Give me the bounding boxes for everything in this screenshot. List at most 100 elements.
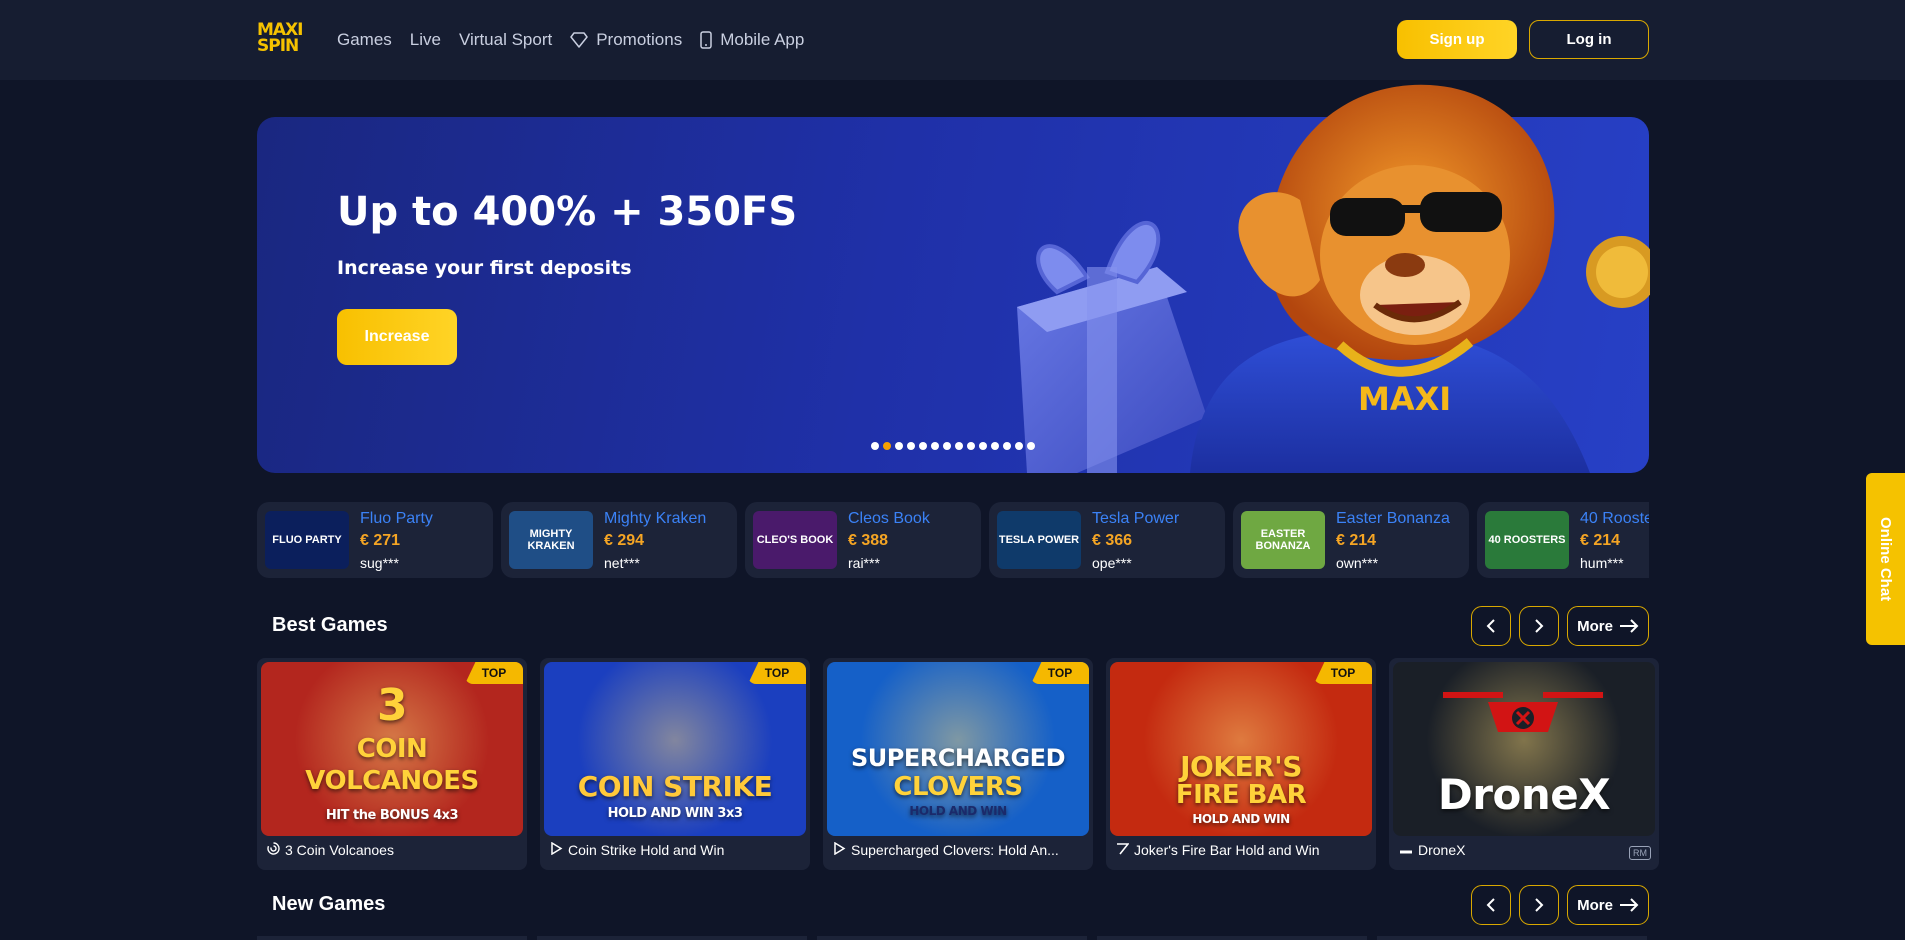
winner-username: net***	[604, 555, 640, 571]
game-art-text: JOKER'S	[1180, 750, 1302, 783]
nav-promotions-label: Promotions	[596, 30, 683, 49]
recent-winners-strip: FLUO PARTY Fluo Party € 271 sug*** MIGHTY KR…	[257, 502, 1649, 578]
login-button[interactable]: Log in	[1529, 20, 1649, 59]
banner-dot[interactable]	[991, 442, 999, 450]
game-art-text: HOLD AND WIN	[909, 804, 1007, 818]
winner-card[interactable]: TESLA POWER Tesla Power € 366 ope***	[989, 502, 1225, 578]
winner-game-name[interactable]: Tesla Power	[1092, 510, 1179, 528]
game-title[interactable]: DroneX	[1399, 842, 1649, 858]
new-games-next-button[interactable]	[1519, 885, 1559, 925]
winner-thumb-text: FLUO PARTY	[272, 534, 342, 546]
new-game-card[interactable]	[1097, 936, 1367, 940]
online-chat-tab[interactable]: Online Chat	[1866, 473, 1905, 645]
new-games-prev-button[interactable]	[1471, 885, 1511, 925]
winner-game-name[interactable]: 40 Roosters	[1580, 510, 1649, 528]
maxispin-logo[interactable]: MAXI SPIN	[257, 22, 307, 58]
arrow-right-icon	[1619, 619, 1639, 633]
new-game-card[interactable]	[537, 936, 807, 940]
game-card[interactable]: COIN STRIKE HOLD AND WIN 3x3 TOP Coin Strik…	[540, 658, 810, 870]
new-games-more-label: More	[1577, 896, 1613, 914]
best-games-prev-button[interactable]	[1471, 606, 1511, 646]
game-name: Supercharged Clovers: Hold An...	[851, 842, 1059, 858]
game-title[interactable]: 3 Coin Volcanoes	[267, 842, 517, 858]
winner-thumb-text: TESLA POWER	[998, 534, 1080, 546]
best-games-more-button[interactable]: More	[1567, 606, 1649, 646]
new-game-card[interactable]	[257, 936, 527, 940]
game-card[interactable]: SUPERCHARGED CLOVERS HOLD AND WIN TOP Superc…	[823, 658, 1093, 870]
game-art-text: VOLCANOES	[305, 766, 479, 796]
seven-icon	[1116, 842, 1130, 858]
winner-amount: € 214	[1580, 532, 1621, 549]
new-game-card[interactable]	[817, 936, 1087, 940]
nav-mobile-app[interactable]: Mobile App	[700, 28, 804, 52]
banner-dot[interactable]	[895, 442, 903, 450]
banner-dot[interactable]	[967, 442, 975, 450]
game-art-text: HOLD AND WIN	[1192, 812, 1290, 826]
winner-thumb-text: EASTER BONANZA	[1255, 528, 1311, 552]
winner-username: sug***	[360, 555, 399, 571]
winner-amount: € 366	[1092, 532, 1133, 549]
banner-dot[interactable]	[907, 442, 915, 450]
game-name: Coin Strike Hold and Win	[568, 842, 725, 858]
banner-dot[interactable]	[1015, 442, 1023, 450]
nav-virtual-sport[interactable]: Virtual Sport	[459, 28, 552, 52]
banner-dot[interactable]	[1027, 442, 1035, 450]
winner-card[interactable]: MIGHTY KRAKEN Mighty Kraken € 294 net***	[501, 502, 737, 578]
best-games-next-button[interactable]	[1519, 606, 1559, 646]
winner-game-name[interactable]: Fluo Party	[360, 510, 433, 528]
signup-button[interactable]: Sign up	[1397, 20, 1517, 59]
winner-game-name[interactable]: Cleos Book	[848, 510, 930, 528]
game-card[interactable]: DroneX DroneX RM	[1389, 658, 1659, 870]
banner-title: Up to 400% + 350FS	[337, 189, 798, 235]
nav-games[interactable]: Games	[337, 28, 392, 52]
banner-dot[interactable]	[931, 442, 939, 450]
winner-username: rai***	[848, 555, 880, 571]
winner-thumb-text: MIGHTY KRAKEN	[527, 528, 575, 552]
top-header: MAXI SPIN Games Live Virtual Sport Promo…	[0, 0, 1905, 80]
game-art-text: DroneX	[1437, 770, 1611, 819]
chevron-right-icon	[1535, 619, 1544, 633]
banner-dot[interactable]	[919, 442, 927, 450]
online-chat-label: Online Chat	[1877, 516, 1894, 602]
winner-card[interactable]: CLEO'S BOOK Cleos Book € 388 rai***	[745, 502, 981, 578]
new-games-more-button[interactable]: More	[1567, 885, 1649, 925]
nav-virtual-sport-label: Virtual Sport	[458, 30, 553, 49]
winner-username: own***	[1336, 555, 1379, 571]
best-games-more-label: More	[1577, 617, 1613, 635]
banner-dot[interactable]	[1003, 442, 1011, 450]
winner-card[interactable]: EASTER BONANZA Easter Bonanza € 214 own***	[1233, 502, 1469, 578]
game-thumbnail[interactable]: DroneX	[1393, 662, 1655, 836]
game-card[interactable]: JOKER'S FIRE BAR HOLD AND WIN TOP Joker's Fi…	[1106, 658, 1376, 870]
swirl-icon	[267, 842, 280, 858]
winner-game-name[interactable]: Mighty Kraken	[604, 510, 706, 528]
banner-dot[interactable]	[955, 442, 963, 450]
banner-dot[interactable]	[871, 442, 879, 450]
chevron-right-icon	[1535, 898, 1544, 912]
top-badge: TOP	[465, 662, 523, 684]
game-title[interactable]: Coin Strike Hold and Win	[550, 842, 800, 858]
play-icon	[833, 842, 846, 858]
game-card[interactable]: 3 COIN VOLCANOES HIT the BONUS 4x3 TOP 3 Coin…	[257, 658, 527, 870]
game-thumbnail[interactable]: JOKER'S FIRE BAR HOLD AND WIN TOP	[1110, 662, 1372, 836]
winner-card[interactable]: 40 ROOSTERS 40 Roosters € 214 hum***	[1477, 502, 1649, 578]
banner-dot[interactable]	[883, 442, 891, 450]
chevron-left-icon	[1486, 619, 1495, 633]
game-thumbnail[interactable]: SUPERCHARGED CLOVERS HOLD AND WIN TOP	[827, 662, 1089, 836]
winner-username: ope***	[1092, 555, 1132, 571]
winner-amount: € 271	[360, 532, 401, 549]
game-art-text: COIN STRIKE	[577, 770, 773, 803]
nav-live[interactable]: Live	[410, 28, 441, 52]
nav-promotions[interactable]: Promotions	[570, 28, 682, 52]
increase-button[interactable]: Increase	[337, 309, 457, 365]
game-title[interactable]: Joker's Fire Bar Hold and Win	[1116, 842, 1366, 858]
game-thumbnail[interactable]: COIN STRIKE HOLD AND WIN 3x3 TOP	[544, 662, 806, 836]
game-thumbnail[interactable]: 3 COIN VOLCANOES HIT the BONUS 4x3 TOP	[261, 662, 523, 836]
new-game-card[interactable]	[1377, 936, 1647, 940]
chevron-left-icon	[1486, 898, 1495, 912]
game-title[interactable]: Supercharged Clovers: Hold An...	[833, 842, 1083, 858]
banner-dot[interactable]	[979, 442, 987, 450]
winner-card[interactable]: FLUO PARTY Fluo Party € 271 sug***	[257, 502, 493, 578]
winner-game-name[interactable]: Easter Bonanza	[1336, 510, 1450, 528]
banner-dot[interactable]	[943, 442, 951, 450]
lion-chain-text: MAXI	[1358, 380, 1451, 418]
